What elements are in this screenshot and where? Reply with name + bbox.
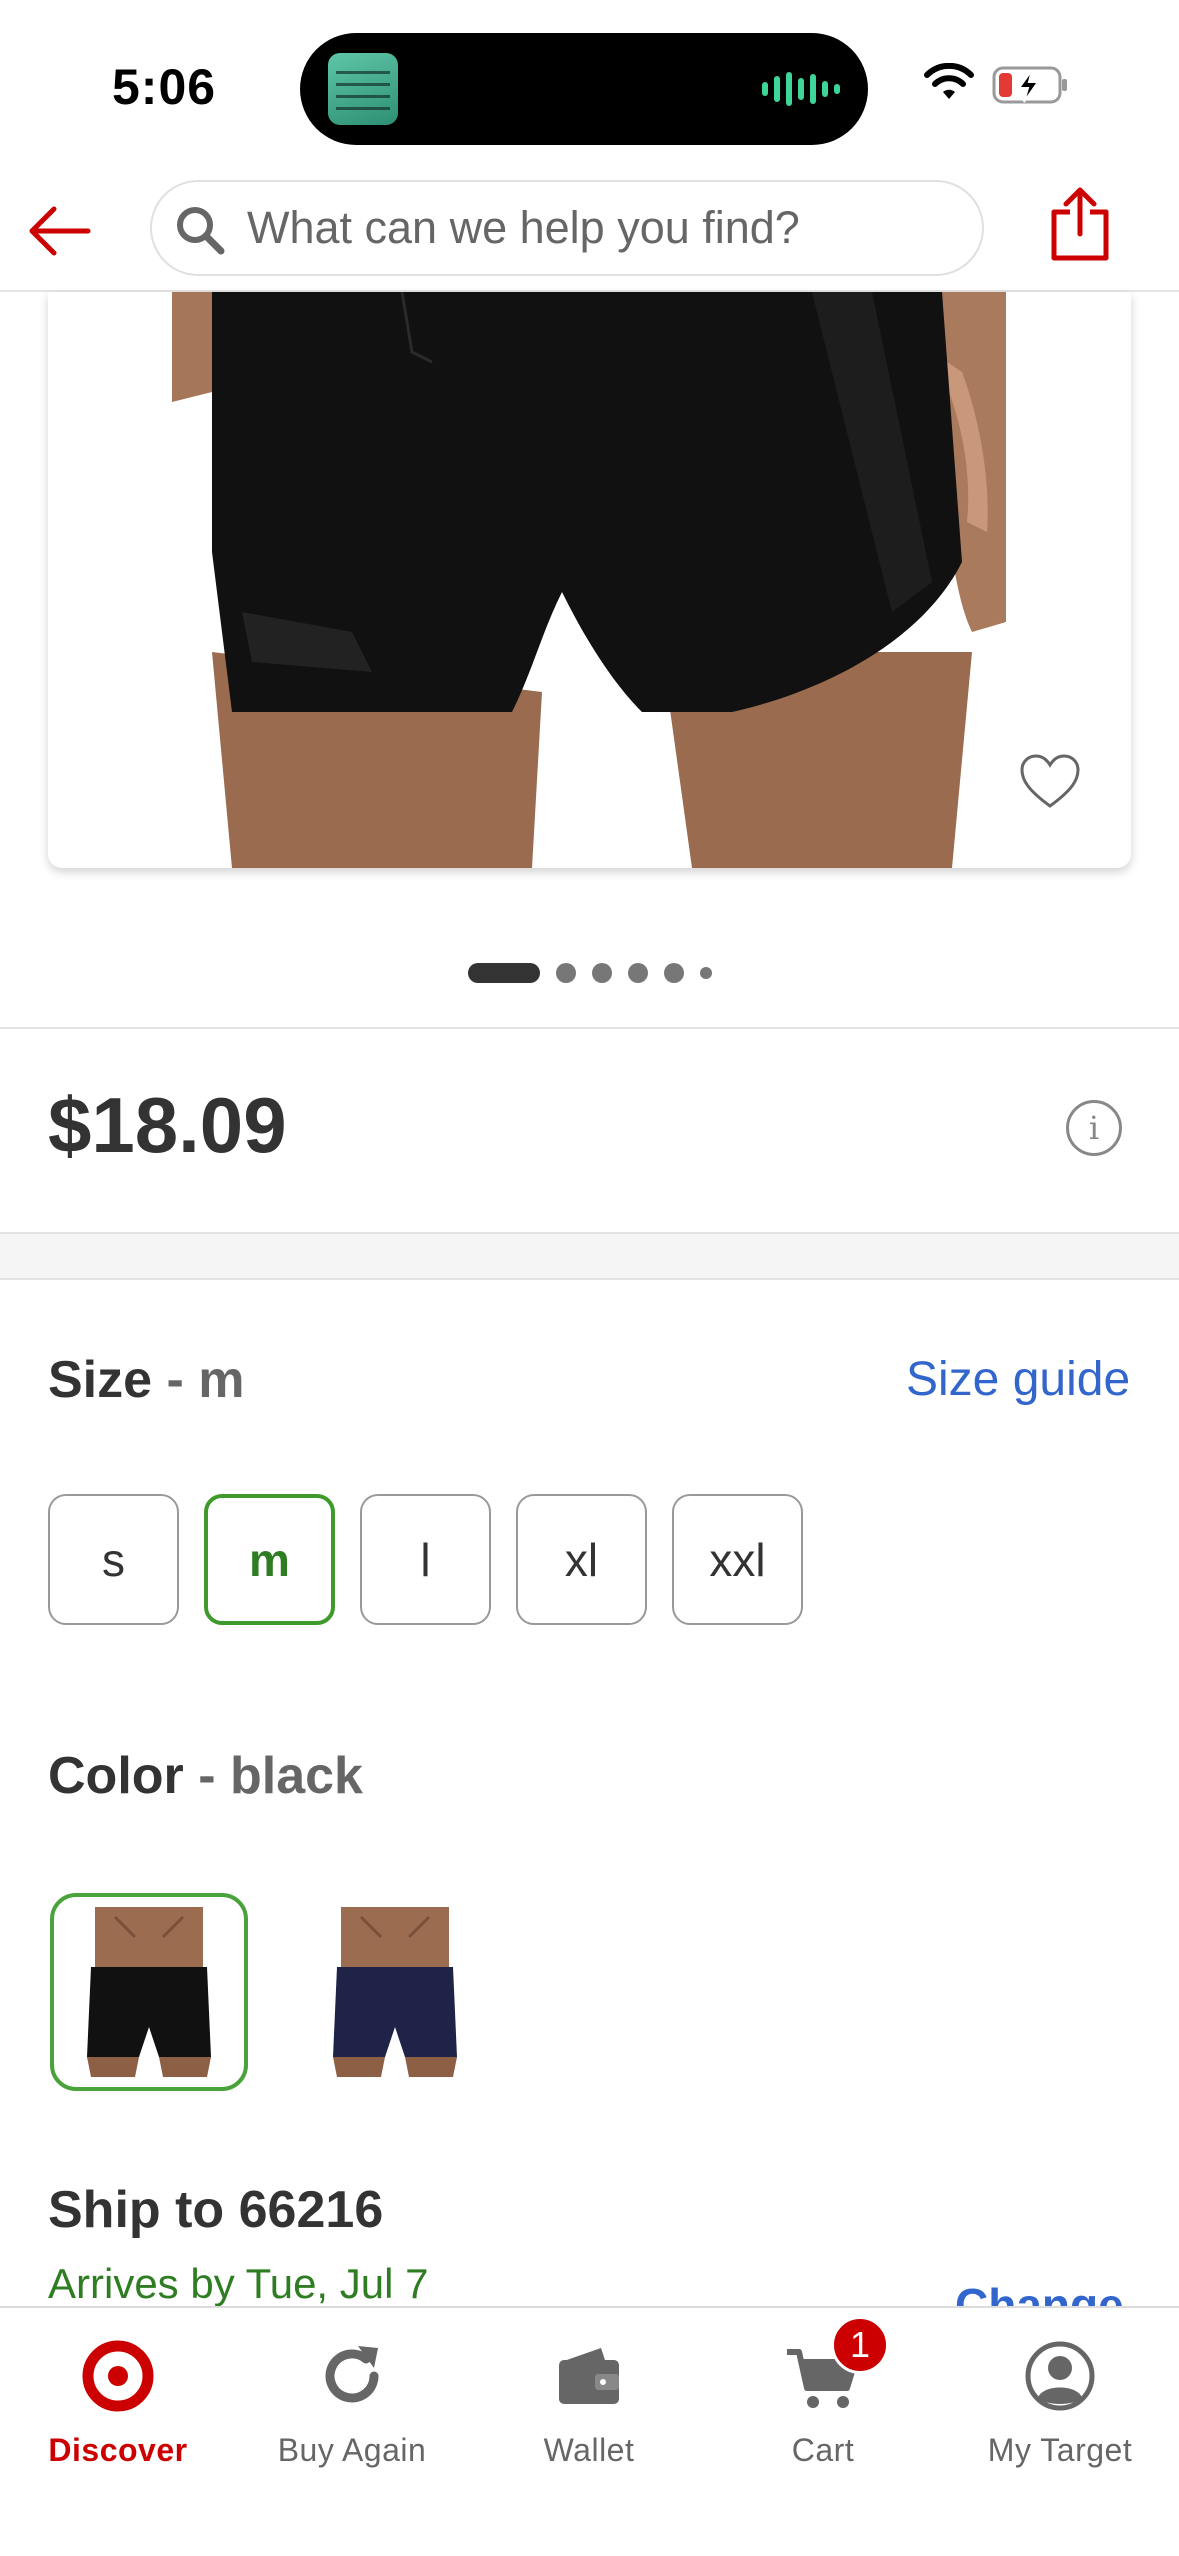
refresh-icon (325, 2346, 379, 2403)
bottom-nav: Discover Buy Again Wallet 1 Cart My Targ… (0, 2306, 1179, 2556)
cart-count-badge: 1 (831, 2316, 889, 2374)
color-heading: Color - black (48, 1746, 363, 1806)
product-photo[interactable] (172, 292, 1006, 868)
back-arrow-icon (29, 206, 91, 256)
carousel-dot[interactable] (591, 963, 612, 983)
wifi-icon (924, 63, 974, 99)
user-circle-icon (1025, 2341, 1095, 2411)
heart-icon (1020, 754, 1080, 808)
status-time: 5:06 (112, 59, 217, 115)
nav-my-target[interactable]: My Target (960, 2328, 1160, 2478)
product-price: $18.09 (48, 1081, 287, 1169)
header (0, 170, 1179, 292)
nav-cart[interactable]: 1 Cart (723, 2316, 923, 2478)
divider (0, 1027, 1179, 1029)
swatch-image-black (85, 1907, 213, 2077)
search-input[interactable] (247, 182, 967, 274)
wallet-icon (559, 2348, 619, 2404)
nav-label-cart: Cart (791, 2432, 855, 2468)
status-bar: 5:06 (0, 0, 1179, 170)
nav-label-buy-again: Buy Again (277, 2432, 427, 2468)
carousel-dot-active[interactable] (467, 963, 540, 983)
size-option-xxl[interactable]: xxl (672, 1494, 803, 1625)
dynamic-island[interactable] (300, 33, 868, 145)
nav-discover[interactable]: Discover (18, 2328, 218, 2478)
size-label: Size (48, 1351, 153, 1409)
nav-buy-again[interactable]: Buy Again (252, 2328, 452, 2478)
nav-label-my-target: My Target (987, 2432, 1133, 2468)
search-icon (177, 207, 225, 255)
size-selected-value: m (198, 1351, 245, 1409)
color-label: Color (48, 1747, 184, 1805)
battery-low-charging-icon (992, 66, 1067, 104)
favorite-button[interactable] (1018, 752, 1092, 822)
section-separator (0, 1232, 1179, 1280)
audio-waveform-icon (762, 69, 840, 109)
target-bullseye-icon (82, 2340, 154, 2412)
share-button[interactable] (1050, 186, 1120, 272)
back-button[interactable] (22, 196, 96, 266)
size-separator: - (166, 1351, 184, 1409)
carousel-dot[interactable] (663, 963, 684, 983)
change-location-link[interactable]: Change (955, 2278, 1124, 2308)
now-playing-album-art (328, 53, 398, 125)
ship-to-heading: Ship to 66216 (48, 2181, 384, 2239)
nav-label-discover: Discover (48, 2432, 188, 2468)
size-options: s m l xl xxl (48, 1494, 803, 1625)
size-option-m[interactable]: m (204, 1494, 335, 1625)
size-heading: Size - m (48, 1350, 245, 1410)
carousel-dot[interactable] (699, 967, 712, 979)
nav-label-wallet: Wallet (543, 2432, 635, 2468)
search-box[interactable] (150, 180, 984, 276)
size-option-s[interactable]: s (48, 1494, 179, 1625)
color-options (50, 1893, 494, 2091)
price-info-button[interactable]: i (1066, 1100, 1122, 1156)
color-selected-value: black (230, 1747, 363, 1805)
cart-icon-wrap: 1 (785, 2316, 889, 2414)
arrival-estimate: Arrives by Tue, Jul 7 (48, 2260, 429, 2307)
swatch-image-navy (331, 1907, 459, 2077)
size-option-l[interactable]: l (360, 1494, 491, 1625)
size-guide-link[interactable]: Size guide (906, 1352, 1130, 1407)
color-swatch-navy[interactable] (296, 1893, 494, 2091)
share-icon (1051, 187, 1109, 261)
carousel-dot[interactable] (555, 963, 576, 983)
nav-wallet[interactable]: Wallet (489, 2328, 689, 2478)
color-swatch-black[interactable] (50, 1893, 248, 2091)
carousel-pagination[interactable] (0, 962, 1179, 984)
carousel-dot[interactable] (627, 963, 648, 983)
color-separator: - (198, 1747, 216, 1805)
size-option-xl[interactable]: xl (516, 1494, 647, 1625)
product-image-carousel[interactable] (48, 292, 1131, 868)
